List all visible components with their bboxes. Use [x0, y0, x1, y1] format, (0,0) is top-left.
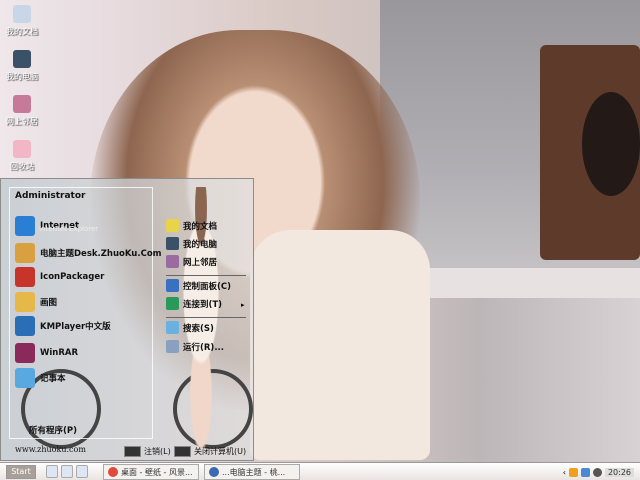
menu-item[interactable]: 我的文档 [166, 219, 217, 232]
security-icon[interactable] [592, 467, 602, 477]
shutdown-button[interactable]: 关闭计算机(U) [174, 446, 246, 457]
connect-icon [166, 297, 179, 310]
menu-item[interactable]: 控制面板(C) [166, 279, 231, 292]
menu-item-label: 我的电脑 [183, 239, 218, 250]
menu-item-label: 网上邻居 [183, 257, 218, 268]
my-documents-icon [13, 5, 31, 23]
network-icon [13, 95, 31, 113]
start-menu: Administrator Internet Internet Explorer 电… [0, 178, 254, 461]
theme-icon [15, 243, 35, 263]
menu-item-label: 搜索(S) [183, 323, 214, 334]
logoff-button[interactable]: 注销(L) [124, 446, 171, 457]
task-label: ...电脑主题 - 桃... [222, 467, 286, 477]
menu-item-label: 运行(R)... [183, 342, 225, 353]
logoff-icon [124, 446, 141, 457]
iconpackager-icon [15, 267, 35, 287]
desktop-icon[interactable]: 我的电脑 [3, 50, 41, 82]
taskbar-task[interactable]: ...电脑主题 - 桃... [204, 464, 300, 480]
start-button[interactable]: Start [6, 465, 36, 479]
desktop-icon-label: 回收站 [10, 162, 34, 171]
website-label: www.zhuoku.com [15, 445, 86, 454]
search-icon [166, 321, 179, 334]
menu-item[interactable]: 连接到(T) [166, 297, 222, 310]
user-name: Administrator [15, 191, 86, 201]
taskbar-task[interactable]: 桌面 - 壁纸 - 风景... [103, 464, 199, 480]
kmplayer-icon [15, 316, 35, 336]
internet-explorer-icon [15, 216, 35, 236]
menu-item[interactable]: 搜索(S) [166, 321, 214, 334]
menu-item-label: 连接到(T) [183, 299, 223, 310]
logoff-label: 注销(L) [144, 447, 171, 456]
desktop-icon[interactable]: 网上邻居 [3, 95, 41, 127]
task-label: 桌面 - 壁纸 - 风景... [121, 467, 193, 477]
program-label: 电脑主题Desk.ZhuoKu.Com [40, 249, 162, 259]
network-icon [166, 255, 179, 268]
program-item[interactable]: 电脑主题Desk.ZhuoKu.Com [15, 243, 162, 263]
program-item[interactable]: IconPackager [15, 267, 104, 287]
program-subtitle: Internet Explorer [39, 225, 99, 233]
document-icon [209, 467, 219, 477]
menu-item-label: 控制面板(C) [183, 281, 232, 292]
program-label: KMPlayer中文版 [40, 322, 111, 332]
chrome-icon [108, 467, 118, 477]
my-computer-icon [166, 237, 179, 250]
menu-item[interactable]: 运行(R)... [166, 340, 224, 353]
menu-item-label: 我的文档 [183, 221, 218, 232]
network-tray-icon[interactable] [580, 467, 590, 477]
desktop-icon[interactable]: 我的文档 [3, 5, 41, 37]
qq-icon[interactable] [568, 467, 578, 477]
my-computer-icon [13, 50, 31, 68]
notepad-icon [15, 368, 35, 388]
winrar-icon [15, 343, 35, 363]
control-panel-icon [166, 279, 179, 292]
menu-item[interactable]: 我的电脑 [166, 237, 217, 250]
ie-icon[interactable] [46, 465, 58, 478]
program-item[interactable]: 记事本 [15, 368, 66, 388]
program-item[interactable]: WinRAR [15, 343, 78, 363]
paint-icon [15, 292, 35, 312]
program-label: 记事本 [40, 374, 66, 384]
taskbar: Start 桌面 - 壁纸 - 风景... ...电脑主题 - 桃... ‹ 2… [0, 462, 640, 480]
my-documents-icon [166, 219, 179, 232]
show-desktop-icon[interactable] [76, 465, 88, 478]
program-label: IconPackager [40, 272, 105, 282]
program-item[interactable]: KMPlayer中文版 [15, 316, 111, 336]
run-icon [166, 340, 179, 353]
shutdown-label: 关闭计算机(U) [194, 447, 247, 456]
desktop-icon[interactable]: 回收站 [3, 140, 41, 172]
menu-item[interactable]: 网上邻居 [166, 255, 217, 268]
tray-expand-icon[interactable]: ‹ [563, 468, 566, 477]
program-label: 画图 [40, 298, 58, 308]
clock[interactable]: 20:26 [604, 467, 634, 477]
program-item[interactable]: 画图 [15, 292, 57, 312]
desktop-icon-label: 我的电脑 [6, 72, 38, 81]
all-programs-button[interactable]: 所有程序(P) [29, 424, 77, 436]
desktop-icon-label: 网上邻居 [6, 117, 38, 126]
separator [166, 275, 246, 276]
program-label: WinRAR [40, 348, 79, 358]
system-tray: ‹ 20:26 [563, 464, 640, 480]
desktop-icon-label: 我的文档 [6, 27, 38, 36]
wallpaper-speaker [582, 92, 640, 196]
recycle-bin-icon [13, 140, 31, 158]
submenu-arrow-icon: ▸ [241, 301, 245, 309]
wallpaper-dress [250, 230, 430, 460]
media-icon[interactable] [61, 465, 73, 478]
shutdown-icon [174, 446, 191, 457]
separator [166, 317, 246, 318]
